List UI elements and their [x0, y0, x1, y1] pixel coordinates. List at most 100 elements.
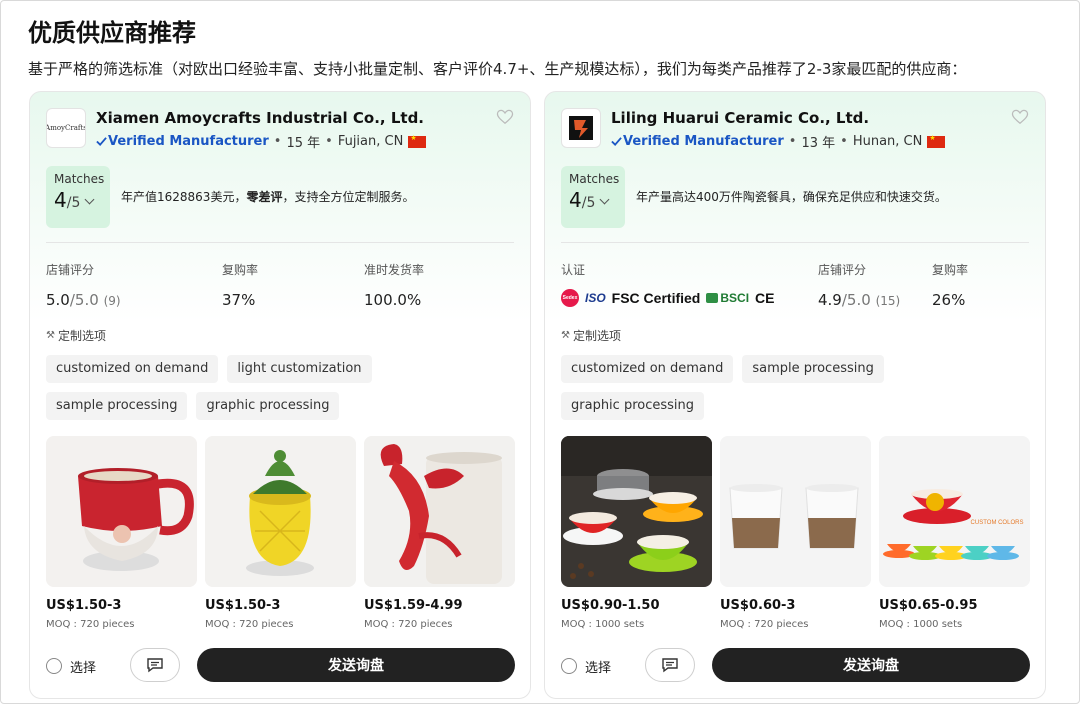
customize-icon: ⚒	[46, 330, 55, 341]
product-item[interactable]: CUSTOM COLORS US$0.65-0.95 MOQ : 1000 se…	[879, 436, 1030, 630]
stat-value-rating: 4.9/5.0 (15)	[818, 291, 901, 309]
chat-button[interactable]	[645, 648, 695, 682]
ce-mark-icon: CE	[755, 290, 775, 306]
matches-score[interactable]: Matches 4/5	[46, 166, 110, 228]
verified-manufacturer-badge[interactable]: Verified Manufacturer	[623, 134, 784, 149]
tag: graphic processing	[561, 392, 705, 420]
product-price: US$0.90-1.50	[561, 598, 660, 613]
company-logo[interactable]	[561, 108, 601, 148]
customization-title: ⚒ 定制选项	[46, 329, 106, 343]
product-moq: MOQ : 1000 sets	[879, 619, 963, 630]
card-footer: 选择 发送询盘	[561, 648, 1031, 684]
logo-wordmark: AmoyCrafts	[46, 124, 86, 132]
company-logo[interactable]: AmoyCrafts	[46, 108, 86, 148]
product-image-custom-color-cups[interactable]: CUSTOM COLORS	[879, 436, 1030, 587]
customization-title: ⚒ 定制选项	[561, 329, 621, 343]
divider	[46, 242, 514, 243]
product-item[interactable]: US$0.60-3 MOQ : 720 pieces	[720, 436, 871, 630]
bsci-logo-icon: BSCI	[706, 291, 749, 305]
product-item[interactable]: US$1.59-4.99 MOQ : 720 pieces	[364, 436, 515, 630]
customization-tags: customized on demand light customization…	[46, 355, 516, 420]
product-price: US$0.65-0.95	[879, 598, 978, 613]
product-moq: MOQ : 720 pieces	[364, 619, 453, 630]
product-price: US$1.50-3	[46, 598, 122, 613]
product-image-gnome-mug[interactable]	[46, 436, 197, 587]
chevron-down-icon	[84, 194, 95, 205]
location: Fujian, CN	[337, 134, 404, 149]
product-image-cork-cups[interactable]	[720, 436, 871, 587]
company-name[interactable]: Liling Huarui Ceramic Co., Ltd.	[611, 109, 869, 127]
select-checkbox[interactable]	[561, 658, 577, 674]
separator-dot: •	[273, 134, 282, 149]
supplier-highlight: 年产量高达400万件陶瓷餐具，确保充足供应和快速交货。	[636, 190, 947, 204]
supplier-card-amoycrafts: AmoyCrafts Xiamen Amoycrafts Industrial …	[29, 91, 531, 699]
favorite-heart-icon[interactable]	[1011, 109, 1029, 125]
select-label: 选择	[585, 660, 612, 676]
iso-logo-icon: ISO	[585, 291, 606, 305]
stat-label-rating: 店铺评分	[818, 263, 867, 277]
product-moq: MOQ : 1000 sets	[561, 619, 645, 630]
product-price: US$1.59-4.99	[364, 598, 463, 613]
matches-score[interactable]: Matches 4/5	[561, 166, 625, 228]
years-in-business: 13 年	[801, 136, 836, 151]
product-moq: MOQ : 720 pieces	[720, 619, 809, 630]
location: Hunan, CN	[852, 134, 923, 149]
favorite-heart-icon[interactable]	[496, 109, 514, 125]
verified-check-icon	[96, 137, 107, 147]
matches-value: 4/5	[569, 188, 617, 212]
certification-list: Sedex ISO FSC Certified BSCI CE	[561, 289, 774, 307]
product-moq: MOQ : 720 pieces	[46, 619, 135, 630]
supplier-highlight: 年产值1628863美元，零差评，支持全方位定制服务。	[121, 190, 415, 204]
product-list: US$0.90-1.50 MOQ : 1000 sets US$0.60-3 M…	[561, 436, 1030, 630]
product-price: US$1.50-3	[205, 598, 281, 613]
verified-manufacturer-badge[interactable]: Verified Manufacturer	[108, 134, 269, 149]
card-footer: 选择 发送询盘	[46, 648, 516, 684]
chat-button[interactable]	[130, 648, 180, 682]
supplier-meta: Verified Manufacturer • 15 年 • Fujian, C…	[96, 132, 427, 151]
matches-label: Matches	[569, 172, 620, 186]
divider	[561, 242, 1029, 243]
send-inquiry-button[interactable]: 发送询盘	[197, 648, 515, 682]
product-image-lobster-mug[interactable]	[364, 436, 515, 587]
tag: customized on demand	[561, 355, 734, 383]
product-item[interactable]: US$1.50-3 MOQ : 720 pieces	[46, 436, 197, 630]
product-image-cup-saucer-set[interactable]	[561, 436, 712, 587]
customization-tags: customized on demand sample processing g…	[561, 355, 1031, 420]
product-moq: MOQ : 720 pieces	[205, 619, 294, 630]
chevron-down-icon	[599, 194, 610, 205]
select-checkbox[interactable]	[46, 658, 62, 674]
company-name[interactable]: Xiamen Amoycrafts Industrial Co., Ltd.	[96, 109, 424, 127]
supplier-card-huarui: Liling Huarui Ceramic Co., Ltd. Verified…	[544, 91, 1046, 699]
matches-denominator: /5	[581, 195, 596, 211]
chat-icon	[662, 658, 678, 673]
supplier-meta: Verified Manufacturer • 13 年 • Hunan, CN	[611, 132, 946, 151]
send-inquiry-button[interactable]: 发送询盘	[712, 648, 1030, 682]
product-price: US$0.60-3	[720, 598, 796, 613]
customize-icon: ⚒	[561, 330, 570, 341]
stat-value-rating: 5.0/5.0 (9)	[46, 291, 121, 309]
huarui-logo-icon	[569, 116, 593, 140]
stat-label-repurchase: 复购率	[222, 263, 259, 277]
product-image-pineapple-jar[interactable]	[205, 436, 356, 587]
matches-denominator: /5	[66, 195, 81, 211]
select-label: 选择	[70, 660, 97, 676]
stat-label-repurchase: 复购率	[932, 263, 969, 277]
verified-check-icon	[611, 137, 622, 147]
stat-value-repurchase: 26%	[932, 291, 966, 309]
chat-icon	[147, 658, 163, 673]
custom-colors-caption: CUSTOM COLORS	[971, 520, 1024, 526]
product-item[interactable]: US$1.50-3 MOQ : 720 pieces	[205, 436, 356, 630]
matches-number: 4	[569, 188, 582, 212]
stat-value-repurchase: 37%	[222, 291, 256, 309]
sedex-logo-icon: Sedex	[561, 289, 579, 307]
product-item[interactable]: US$0.90-1.50 MOQ : 1000 sets	[561, 436, 712, 630]
stat-value-ontime: 100.0%	[364, 291, 422, 309]
china-flag-icon	[927, 134, 946, 148]
tag: customized on demand	[46, 355, 219, 383]
stat-label-rating: 店铺评分	[46, 263, 95, 277]
tag: sample processing	[742, 355, 884, 383]
separator-dot: •	[840, 134, 848, 149]
separator-dot: •	[788, 134, 797, 149]
page-subtitle: 基于严格的筛选标准（对欧出口经验丰富、支持小批量定制、客户评价4.7+、生产规模…	[28, 60, 967, 78]
stat-label-certification: 认证	[561, 263, 586, 277]
